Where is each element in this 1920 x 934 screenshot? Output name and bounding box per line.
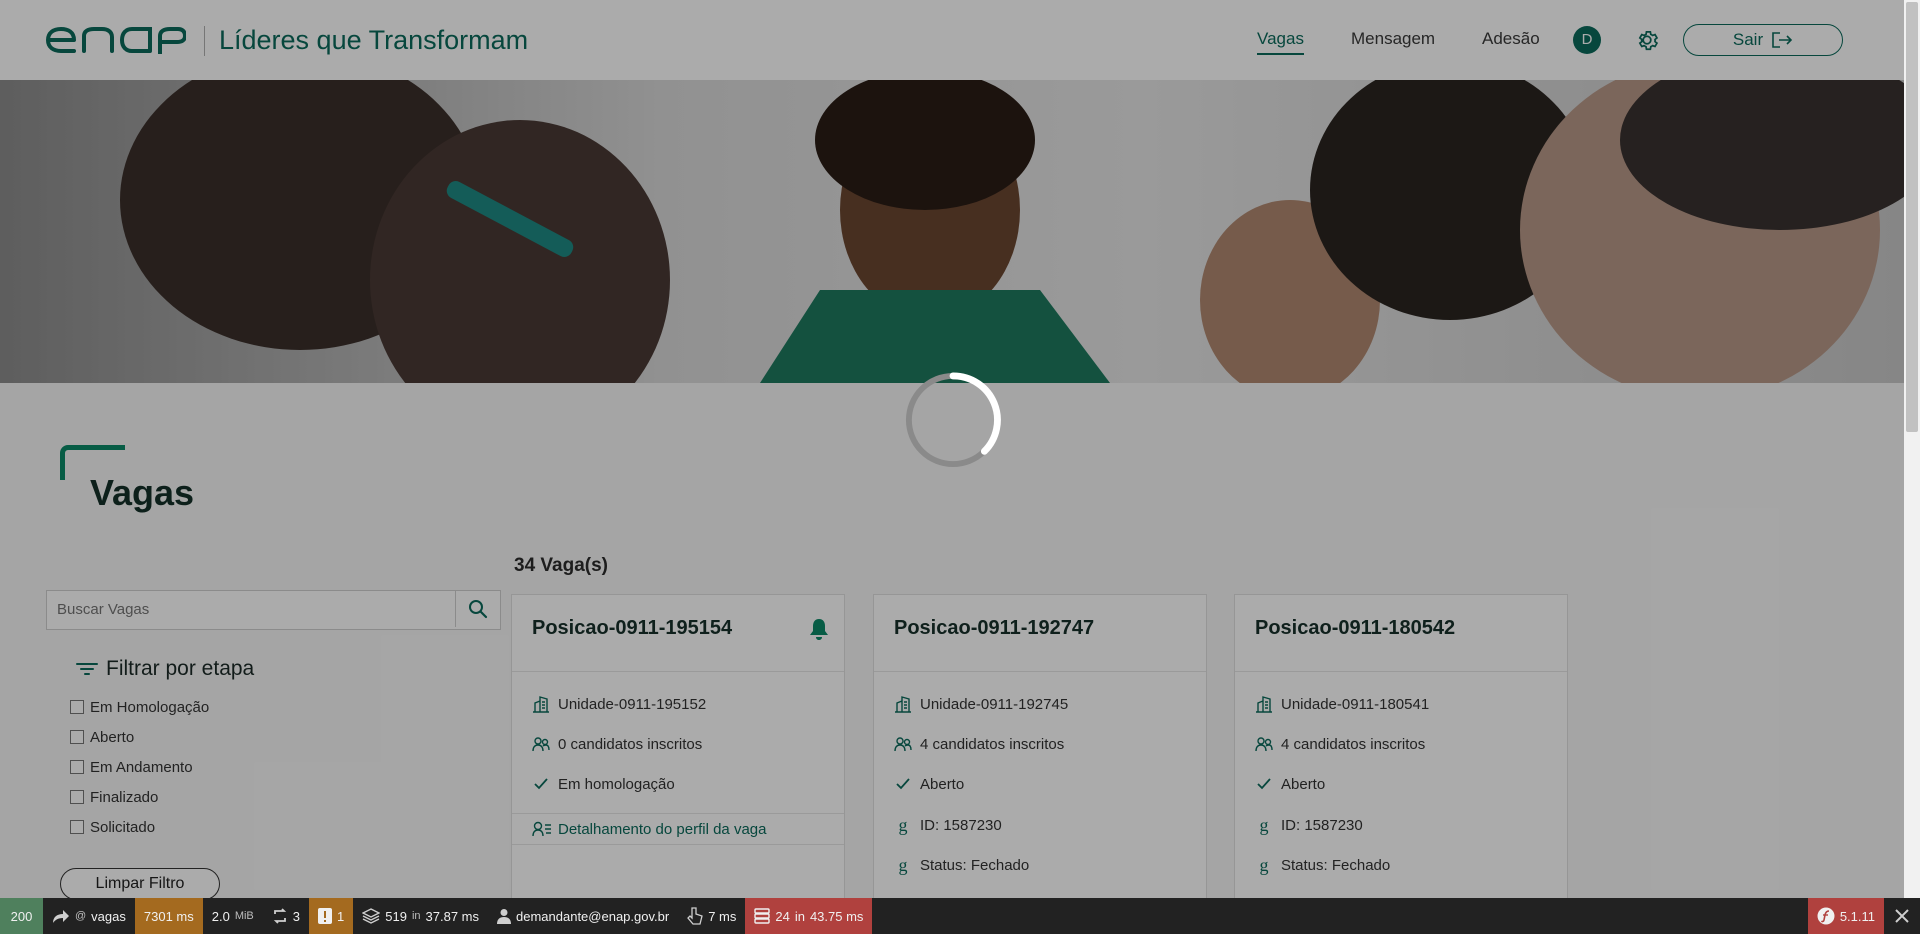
templates-count: 519 [385, 908, 407, 924]
db-time: 43.75 ms [809, 908, 864, 924]
templates-time: 37.87 ms [425, 908, 479, 924]
memory-unit: MiB [234, 910, 254, 922]
database-panel[interactable]: 24 in 43.75 ms [745, 898, 873, 934]
close-toolbar-button[interactable] [1884, 898, 1920, 934]
memory-value: 2.0 [211, 908, 230, 924]
memory-panel[interactable]: 2.0 MiB [203, 898, 263, 934]
debug-toolbar: 200 @ vagas 7301 ms 2.0 MiB 3 1 519 in 3… [0, 898, 1920, 934]
templates-in: in [411, 910, 421, 922]
warnings-count: 1 [337, 908, 345, 924]
layers-icon [362, 908, 381, 924]
pointer-icon [687, 907, 703, 925]
requests-count: 3 [292, 908, 301, 924]
events-panel[interactable]: 7 ms [678, 898, 745, 934]
repeat-icon [273, 908, 286, 924]
warnings-panel[interactable]: 1 [309, 898, 354, 934]
warning-icon [318, 908, 333, 924]
db-in: in [794, 908, 805, 924]
logged-user: demandante@enap.gov.br [516, 908, 670, 924]
templates-panel[interactable]: 519 in 37.87 ms [353, 898, 488, 934]
event-time: 7 ms [708, 908, 737, 924]
redirect-arrow-icon [53, 910, 69, 923]
status-code: 200 [10, 908, 33, 924]
request-time: 7301 ms [143, 908, 194, 924]
symfony-version-panel[interactable]: 5.1.11 [1807, 898, 1884, 934]
symfony-logo-icon [1817, 907, 1835, 925]
user-icon [497, 909, 511, 924]
route-name: vagas [91, 908, 126, 924]
db-query-count: 24 [775, 908, 790, 924]
loading-spinner-icon [905, 372, 1001, 468]
close-icon [1895, 909, 1909, 923]
time-panel[interactable]: 7301 ms [134, 898, 203, 934]
symfony-version: 5.1.11 [1839, 908, 1875, 924]
scrollbar-thumb[interactable] [1906, 2, 1918, 432]
status-code-badge[interactable]: 200 [0, 898, 43, 934]
database-icon [754, 908, 771, 924]
route-panel[interactable]: @ vagas [43, 898, 135, 934]
requests-panel[interactable]: 3 [263, 898, 309, 934]
security-panel[interactable]: demandante@enap.gov.br [488, 898, 678, 934]
at-sign: @ [75, 910, 87, 922]
